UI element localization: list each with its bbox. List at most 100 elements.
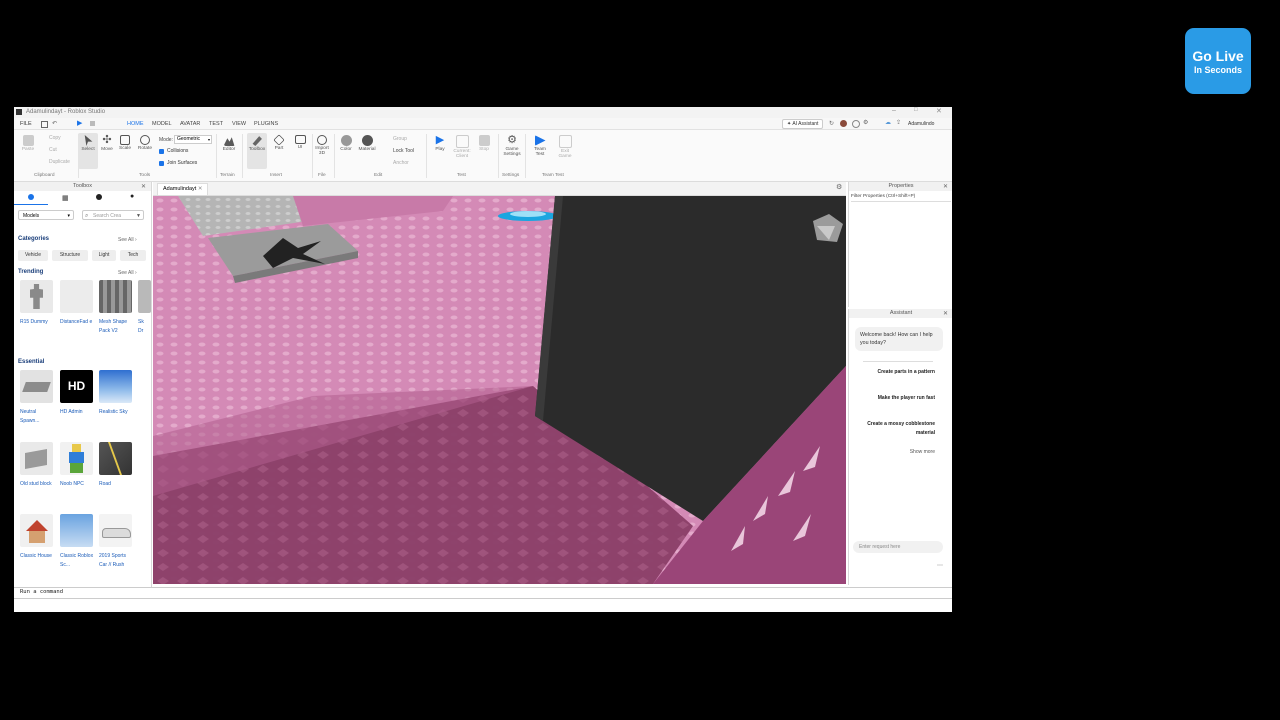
asset-label-mesh-shape-pack[interactable]: Mesh Shape Pack V2 [99, 318, 135, 336]
show-more-link[interactable]: Show more [910, 449, 935, 455]
asset-label-hd-admin[interactable]: HD Admin [60, 408, 96, 417]
assistant-input[interactable]: Enter request here [853, 541, 943, 553]
tab-plugins[interactable]: PLUGINS [254, 121, 278, 127]
suggestion-player-run[interactable]: Make the player run fast [860, 394, 935, 403]
quick-undo-icon[interactable]: ↶ [52, 120, 57, 127]
play-button[interactable]: ▶ Play [430, 133, 450, 153]
categories-see-all-link[interactable]: See All › [118, 237, 137, 243]
category-dropdown[interactable]: Models ▾ [18, 210, 74, 220]
quick-play-icon[interactable]: ▶ [77, 119, 82, 127]
quick-stop-icon[interactable] [90, 121, 95, 126]
tab-home[interactable]: HOME [127, 121, 144, 127]
asset-thumbnail-old-stud-block[interactable] [20, 442, 53, 475]
duplicate-button[interactable]: Duplicate [49, 159, 70, 165]
close-button[interactable]: ✕ [936, 107, 942, 115]
group-button[interactable]: Group [393, 136, 407, 142]
tab-test[interactable]: TEST [209, 121, 223, 127]
color-button[interactable]: Color [336, 133, 356, 152]
current-client-button[interactable]: Current: Client [452, 133, 472, 159]
minimize-button[interactable]: – [892, 107, 896, 114]
refresh-icon[interactable]: ↻ [829, 120, 834, 127]
copy-button[interactable]: Copy [49, 135, 61, 141]
viewport-tab[interactable]: Adamulindayt ✕ [157, 183, 209, 195]
viewport-settings-icon[interactable]: ⚙ [836, 183, 842, 191]
asset-thumbnail-realistic-sky[interactable] [99, 370, 132, 403]
cut-button[interactable]: Cut [49, 147, 57, 153]
category-chip-vehicle[interactable]: Vehicle [18, 250, 48, 261]
asset-label-classic-roblox-sky[interactable]: Classic Roblox Sc... [60, 552, 96, 570]
asset-label-distancefade[interactable]: DistanceFad e [60, 318, 96, 327]
avatar[interactable] [840, 120, 847, 127]
stop-button[interactable]: Stop [474, 133, 494, 152]
trending-see-all-link[interactable]: See All › [118, 270, 137, 276]
quick-save-icon[interactable] [41, 121, 48, 128]
notifications-icon[interactable] [852, 120, 860, 128]
asset-thumbnail-hd-admin[interactable]: HD [60, 370, 93, 403]
asset-thumbnail-sports-car[interactable] [99, 514, 132, 547]
rotate-tool-button[interactable]: Rotate [135, 133, 155, 151]
tab-creations[interactable]: ● [116, 191, 150, 204]
suggestion-create-parts[interactable]: Create parts in a pattern [860, 368, 935, 377]
material-button[interactable]: Material [357, 133, 377, 152]
user-name[interactable]: Adamulindo [908, 121, 934, 127]
panel-close-icon[interactable]: ✕ [943, 310, 948, 317]
asset-label-noob-npc[interactable]: Noob NPC [60, 480, 96, 489]
category-chip-light[interactable]: Light [92, 250, 116, 261]
asset-thumbnail-neutral-spawn[interactable] [20, 370, 53, 403]
team-test-button[interactable]: Team Test [530, 133, 550, 157]
tab-avatar[interactable]: AVATAR [180, 121, 200, 127]
asset-label-partial[interactable]: Sk Dr [138, 318, 150, 336]
asset-thumbnail-classic-house[interactable] [20, 514, 53, 547]
asset-label-sports-car[interactable]: 2019 Sports Car // Rush [99, 552, 135, 570]
asset-label-r15-dummy[interactable]: R15 Dummy [20, 318, 56, 327]
game-settings-button[interactable]: ⚙ Game Settings [502, 133, 522, 158]
asset-thumbnail-mesh-shape-pack[interactable] [99, 280, 132, 313]
select-tool-button[interactable]: Select [78, 133, 98, 169]
tab-inventory[interactable]: ▦ [48, 191, 82, 204]
maximize-button[interactable]: □ [914, 107, 918, 113]
more-options-icon[interactable]: ⋯ [937, 562, 943, 569]
asset-thumbnail-classic-roblox-sky[interactable] [60, 514, 93, 547]
asset-label-classic-house[interactable]: Classic House [20, 552, 56, 561]
3d-viewport[interactable] [153, 196, 846, 584]
category-chip-structure[interactable]: Structure [52, 250, 88, 261]
command-input[interactable]: Run a command [20, 589, 63, 595]
paste-button[interactable]: Paste [18, 133, 38, 152]
tab-marketplace[interactable] [14, 191, 48, 205]
file-menu[interactable]: FILE [20, 121, 32, 127]
mode-dropdown[interactable]: Geometric ▾ [174, 135, 212, 144]
share-icon[interactable]: ⇪ [896, 119, 901, 126]
tab-model[interactable]: MODEL [152, 121, 172, 127]
ui-button[interactable]: UI [290, 133, 310, 150]
exit-game-button[interactable]: Exit Game [555, 133, 575, 159]
cloud-icon[interactable]: ☁ [885, 119, 891, 126]
tab-view[interactable]: VIEW [232, 121, 246, 127]
suggestion-cobblestone[interactable]: Create a mossy cobblestone material [860, 420, 935, 438]
part-button[interactable]: Part [269, 133, 289, 151]
panel-close-icon[interactable]: ✕ [943, 183, 948, 190]
move-tool-button[interactable]: ✣ Move [97, 133, 117, 153]
asset-thumbnail-distancefade[interactable] [60, 280, 93, 313]
settings-icon[interactable]: ⚙ [863, 119, 868, 126]
asset-label-realistic-sky[interactable]: Realistic Sky [99, 408, 135, 417]
properties-filter-input[interactable]: Filter Properties (Ctrl+Shift+P) [851, 193, 951, 202]
lock-tool-button[interactable]: Lock Tool [393, 148, 414, 154]
panel-close-icon[interactable]: ✕ [141, 183, 146, 190]
command-bar[interactable]: Run a command [14, 587, 952, 599]
tab-close-icon[interactable]: ✕ [198, 186, 203, 192]
category-chip-tech[interactable]: Tech [120, 250, 146, 261]
tab-recent[interactable] [82, 191, 116, 204]
import-3d-button[interactable]: Import 3D [312, 133, 332, 156]
asset-thumbnail-noob-npc[interactable] [60, 442, 93, 475]
asset-label-old-stud-block[interactable]: Old stud block [20, 480, 56, 489]
asset-thumbnail-partial[interactable] [138, 280, 151, 313]
scale-tool-button[interactable]: Scale [115, 133, 135, 151]
search-input[interactable]: ⌕ Search Crea ▼ [82, 210, 144, 220]
ai-assistant-button[interactable]: ✦ AI Assistant [782, 119, 824, 129]
asset-label-road[interactable]: Road [99, 480, 135, 489]
asset-thumbnail-road[interactable] [99, 442, 132, 475]
asset-thumbnail-r15-dummy[interactable] [20, 280, 53, 313]
anchor-button[interactable]: Anchor [393, 160, 409, 166]
join-surfaces-checkbox[interactable] [159, 161, 164, 166]
collisions-checkbox[interactable] [159, 149, 164, 154]
